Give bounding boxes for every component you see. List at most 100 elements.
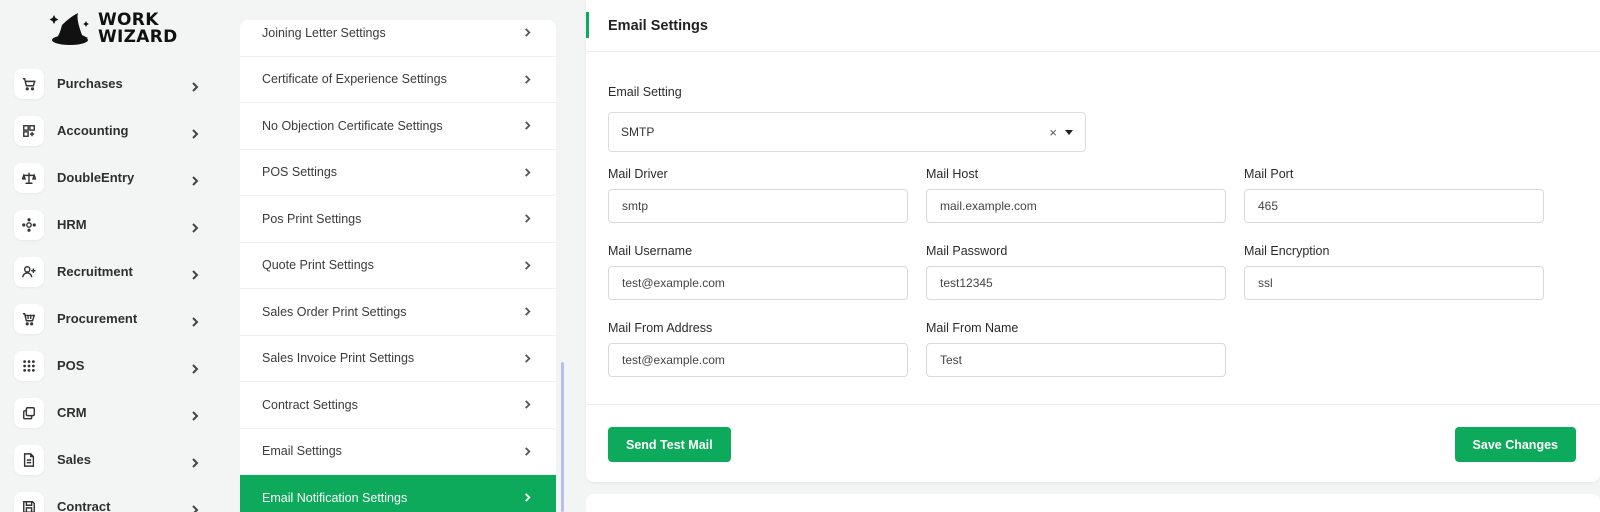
chevron-right-icon: [525, 400, 531, 409]
chevron-right-icon: [190, 79, 200, 92]
mail-from-address-label: Mail From Address: [608, 321, 713, 335]
settings-item-email-notification[interactable]: Email Notification Settings: [240, 475, 556, 512]
save-changes-button[interactable]: Save Changes: [1454, 427, 1576, 462]
file-icon: [14, 444, 44, 475]
chevron-right-icon: [525, 28, 531, 37]
layers-icon: [14, 397, 44, 428]
brand-line-2: WIZARD: [98, 27, 178, 47]
card-footer: Send Test Mail Save Changes: [586, 404, 1600, 482]
caret-down-icon: [1065, 129, 1073, 135]
sidebar-item-label: Procurement: [57, 311, 138, 326]
card-title: Email Settings: [608, 17, 708, 34]
sidebar-item-purchases[interactable]: Purchases: [14, 60, 206, 107]
mail-port-group: Mail Port: [1244, 167, 1544, 223]
chevron-right-icon: [525, 75, 531, 84]
settings-item-label: Joining Letter Settings: [262, 25, 386, 40]
brand-name: WORK WIZARD: [98, 12, 178, 46]
chevron-right-icon: [525, 354, 531, 363]
chevron-right-icon: [190, 455, 200, 468]
mail-from-name-label: Mail From Name: [926, 321, 1019, 335]
sidebar-item-label: HRM: [57, 217, 87, 232]
mail-username-input[interactable]: [608, 266, 908, 300]
sidebar-item-procurement[interactable]: Procurement: [14, 295, 206, 342]
settings-menu-scrollbar[interactable]: [561, 362, 564, 512]
sidebar-item-recruitment[interactable]: Recruitment: [14, 248, 206, 295]
settings-item-label: Pos Print Settings: [262, 211, 362, 226]
mail-from-name-input[interactable]: [926, 343, 1226, 377]
sidebar-item-pos[interactable]: POS: [14, 342, 206, 389]
mail-from-address-group: Mail From Address: [608, 321, 908, 377]
sidebar-item-contract[interactable]: Contract: [14, 483, 206, 512]
sidebar-item-doubleentry[interactable]: DoubleEntry: [14, 154, 206, 201]
mail-encryption-input[interactable]: [1244, 266, 1544, 300]
mail-encryption-label: Mail Encryption: [1244, 244, 1330, 258]
mail-username-group: Mail Username: [608, 244, 908, 300]
mail-password-label: Mail Password: [926, 244, 1008, 258]
email-setting-label: Email Setting: [608, 85, 682, 99]
sidebar-item-crm[interactable]: CRM: [14, 389, 206, 436]
settings-item-label: Sales Invoice Print Settings: [262, 351, 415, 366]
settings-item-label: Certificate of Experience Settings: [262, 72, 447, 87]
settings-item-label: POS Settings: [262, 165, 338, 180]
settings-item-email[interactable]: Email Settings: [240, 429, 556, 475]
sidebar: WORK WIZARD Purchases Accounting DoubleE…: [0, 0, 220, 512]
chevron-right-icon: [190, 267, 200, 280]
mail-port-label: Mail Port: [1244, 167, 1294, 181]
mail-driver-input[interactable]: [608, 189, 908, 223]
chevron-right-icon: [525, 493, 531, 502]
settings-item-no-objection-certificate[interactable]: No Objection Certificate Settings: [240, 103, 556, 150]
mail-from-address-input[interactable]: [608, 343, 908, 377]
mail-port-input[interactable]: [1244, 189, 1544, 223]
next-settings-card: [586, 494, 1600, 512]
chevron-right-icon: [525, 214, 531, 223]
cart-icon: [14, 68, 44, 99]
sidebar-item-label: DoubleEntry: [57, 170, 135, 185]
sidebar-item-hrm[interactable]: HRM: [14, 201, 206, 248]
hub-icon: [14, 209, 44, 240]
save-icon: [14, 491, 44, 512]
settings-item-contract[interactable]: Contract Settings: [240, 382, 556, 429]
sidebar-item-accounting[interactable]: Accounting: [14, 107, 206, 154]
page: WORK WIZARD Purchases Accounting DoubleE…: [0, 0, 1600, 512]
settings-item-label: Email Settings: [262, 444, 342, 459]
settings-item-quote-print[interactable]: Quote Print Settings: [240, 243, 556, 289]
settings-item-label: Contract Settings: [262, 397, 358, 412]
settings-item-certificate-of-experience[interactable]: Certificate of Experience Settings: [240, 57, 556, 103]
settings-item-sales-invoice-print[interactable]: Sales Invoice Print Settings: [240, 336, 556, 382]
mail-encryption-group: Mail Encryption: [1244, 244, 1544, 300]
sidebar-item-sales[interactable]: Sales: [14, 436, 206, 483]
mail-password-input[interactable]: [926, 266, 1226, 300]
sidebar-item-label: POS: [57, 358, 85, 373]
sidebar-item-label: CRM: [57, 405, 87, 420]
header-accent-bar: [586, 12, 589, 38]
mail-host-input[interactable]: [926, 189, 1226, 223]
settings-item-joining-letter[interactable]: Joining Letter Settings: [240, 20, 556, 57]
mail-driver-group: Mail Driver: [608, 167, 908, 223]
chevron-right-icon: [190, 173, 200, 186]
mail-username-label: Mail Username: [608, 244, 693, 258]
settings-menu-list: Joining Letter Settings Certificate of E…: [240, 20, 556, 512]
grid-plus-icon: [14, 115, 44, 146]
sidebar-item-label: Accounting: [57, 123, 129, 138]
chevron-right-icon: [190, 408, 200, 421]
dots-grid-icon: [14, 350, 44, 381]
wizard-hat-icon: [48, 9, 92, 49]
user-plus-icon: [14, 256, 44, 287]
settings-item-pos[interactable]: POS Settings: [240, 150, 556, 196]
settings-item-label: Sales Order Print Settings: [262, 304, 407, 319]
settings-item-label: Quote Print Settings: [262, 258, 374, 273]
chevron-right-icon: [525, 121, 531, 130]
chevron-right-icon: [190, 361, 200, 374]
settings-item-label: Email Notification Settings: [262, 490, 408, 505]
chevron-right-icon: [525, 307, 531, 316]
settings-item-pos-print[interactable]: Pos Print Settings: [240, 196, 556, 243]
email-setting-select[interactable]: SMTP ×: [608, 112, 1086, 152]
brand-logo[interactable]: WORK WIZARD: [48, 8, 188, 50]
send-test-mail-button[interactable]: Send Test Mail: [608, 427, 731, 462]
chevron-right-icon: [190, 220, 200, 233]
chevron-right-icon: [525, 447, 531, 456]
chevron-right-icon: [190, 314, 200, 327]
settings-item-sales-order-print[interactable]: Sales Order Print Settings: [240, 289, 556, 336]
mail-host-group: Mail Host: [926, 167, 1226, 223]
clear-selection-icon[interactable]: ×: [1049, 125, 1057, 140]
